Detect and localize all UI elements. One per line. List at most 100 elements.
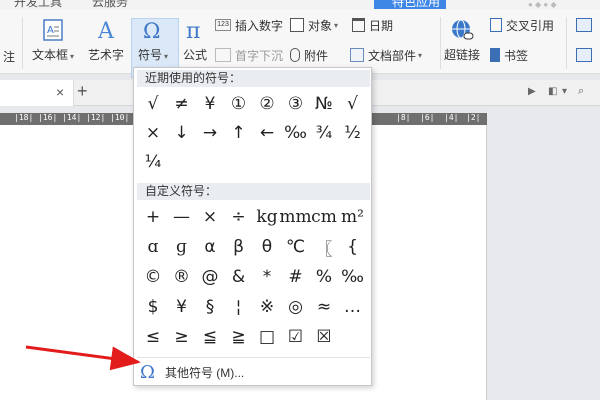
symbol-cell[interactable]: $: [139, 295, 167, 319]
document-tab[interactable]: ×: [0, 80, 74, 106]
object-button[interactable]: 对象 ▾: [290, 16, 338, 34]
symbol-cell[interactable]: ℃: [282, 235, 310, 259]
symbol-cell[interactable]: ↓: [168, 121, 196, 145]
menu-item-cloud[interactable]: 云服务: [92, 0, 128, 9]
symbol-cell[interactable]: ɑ: [139, 235, 167, 259]
symbol-cell[interactable]: ≥: [168, 325, 196, 349]
symbol-cell[interactable]: &: [225, 265, 253, 289]
bookmark-button[interactable]: 书签: [490, 46, 528, 64]
symbol-cell[interactable]: □: [253, 325, 281, 349]
symbol-button[interactable]: Ω 符号 ▾: [138, 17, 168, 63]
symbol-cell[interactable]: θ: [253, 235, 281, 259]
symbol-cell[interactable]: #: [282, 265, 310, 289]
textbox-label: 文本框: [32, 48, 69, 62]
symbol-cell[interactable]: ¥: [196, 92, 224, 116]
symbol-cell[interactable]: +: [139, 205, 167, 229]
symbol-cell[interactable]: ↑: [225, 121, 253, 145]
symbol-cell[interactable]: ¥: [168, 295, 196, 319]
pi-icon: π: [182, 17, 208, 43]
symbol-cell[interactable]: ÷: [225, 205, 253, 229]
extra-icon-1[interactable]: [576, 16, 596, 34]
add-tab-icon[interactable]: +: [77, 81, 88, 102]
close-tab-icon[interactable]: ×: [56, 84, 64, 100]
more-symbols-label: 其他符号 (M)...: [164, 365, 245, 380]
cross-ref-button[interactable]: 交叉引用: [490, 16, 554, 34]
partial-icon: [0, 19, 22, 45]
symbol-cell[interactable]: ≦: [196, 325, 224, 349]
attachment-label: 附件: [304, 48, 329, 63]
symbol-cell[interactable]: ①: [225, 92, 253, 116]
menu-item-special-apps[interactable]: 特色应用: [374, 0, 446, 9]
symbol-cell[interactable]: @: [196, 265, 224, 289]
symbol-cell[interactable]: 〖: [310, 235, 338, 260]
symbol-cell[interactable]: ©: [139, 265, 167, 289]
symbol-cell[interactable]: ¼: [139, 150, 167, 174]
search-icon[interactable]: ⌕: [578, 85, 584, 98]
insert-number-label: 插入数字: [235, 18, 284, 33]
symbol-cell[interactable]: ③: [282, 92, 310, 116]
symbol-cell[interactable]: ®: [168, 265, 196, 289]
dropdown-divider: [137, 357, 370, 358]
symbol-dropdown: 近期使用的符号： √ ≠ ¥ ① ② ③ № √ × ↓ → ↑ ← ‰ ¾ ½ ¼ 自定义符号： + — × ÷ kg…: [133, 67, 372, 386]
first-sink-button[interactable]: 首字下沉: [215, 46, 283, 64]
symbol-cell[interactable]: §: [196, 295, 224, 319]
expand-icon[interactable]: ◧: [548, 86, 557, 97]
symbol-cell[interactable]: ¦: [225, 295, 253, 319]
play-icon[interactable]: ▶: [528, 86, 536, 97]
symbol-cell[interactable]: →: [196, 121, 224, 145]
hyperlink-button[interactable]: 超链接: [444, 17, 480, 63]
symbol-cell[interactable]: *: [253, 265, 281, 289]
symbol-cell[interactable]: ≈: [310, 295, 338, 319]
symbol-cell[interactable]: kg: [253, 205, 281, 229]
extra-icon-2[interactable]: [576, 46, 596, 64]
symbol-cell[interactable]: {: [339, 235, 367, 259]
symbol-cell[interactable]: ◎: [282, 295, 310, 319]
date-button[interactable]: 日期: [352, 16, 393, 34]
symbol-cell[interactable]: √: [139, 92, 167, 116]
symbol-cell[interactable]: ½: [339, 121, 367, 145]
svg-text:Ω: Ω: [143, 19, 160, 42]
symbol-cell[interactable]: cm: [310, 205, 338, 229]
symbol-cell[interactable]: ≠: [168, 92, 196, 116]
symbol-cell[interactable]: ≧: [225, 325, 253, 349]
menu-item-dev-tools[interactable]: 开发工具: [14, 0, 62, 9]
symbol-cell[interactable]: ←: [253, 121, 281, 145]
more-symbols-button[interactable]: Ω 其他符号 (M)...: [140, 361, 244, 383]
symbol-cell[interactable]: ②: [253, 92, 281, 116]
symbol-cell[interactable]: ×: [139, 121, 167, 145]
symbol-cell[interactable]: ɡ: [168, 235, 196, 259]
symbol-cell[interactable]: α: [196, 235, 224, 259]
wordart-button[interactable]: A 艺术字: [88, 17, 124, 63]
chevron-down-icon[interactable]: ▾: [562, 86, 567, 97]
symbol-cell[interactable]: №: [310, 92, 338, 116]
symbol-cell[interactable]: ☑: [282, 325, 310, 349]
doc-parts-button[interactable]: 文档部件 ▾: [350, 46, 422, 64]
symbol-cell[interactable]: ¾: [310, 121, 338, 145]
partial-label: 注: [2, 50, 15, 64]
formula-button[interactable]: π 公式: [182, 17, 208, 63]
attachment-button[interactable]: 附件: [290, 46, 328, 64]
symbol-cell[interactable]: √: [339, 92, 367, 116]
wordart-icon: A: [93, 17, 119, 43]
symbol-cell[interactable]: mm: [279, 205, 311, 229]
symbol-cell[interactable]: ×: [196, 205, 224, 229]
symbol-cell[interactable]: —: [168, 205, 196, 229]
cross-ref-label: 交叉引用: [506, 18, 555, 33]
symbol-cell[interactable]: ‰: [339, 265, 367, 289]
partial-ribbon-button[interactable]: 注: [0, 19, 22, 65]
symbol-cell[interactable]: %: [310, 265, 338, 289]
object-label: 对象: [308, 18, 333, 33]
bookmark-label: 书签: [504, 48, 529, 63]
omega-icon: Ω: [140, 361, 155, 383]
paperclip-icon: [290, 48, 300, 62]
symbol-cell[interactable]: ‰: [282, 121, 310, 145]
symbol-cell[interactable]: m²: [339, 205, 367, 229]
symbol-cell[interactable]: ≤: [139, 325, 167, 349]
symbol-cell[interactable]: …: [339, 295, 367, 319]
symbol-cell[interactable]: ※: [253, 295, 281, 319]
symbol-cell[interactable]: ☒: [310, 325, 338, 349]
insert-number-button[interactable]: 123 插入数字: [215, 16, 283, 34]
formula-label: 公式: [182, 48, 207, 62]
textbox-button[interactable]: A 文本框 ▾: [32, 17, 74, 63]
symbol-cell[interactable]: β: [225, 235, 253, 259]
